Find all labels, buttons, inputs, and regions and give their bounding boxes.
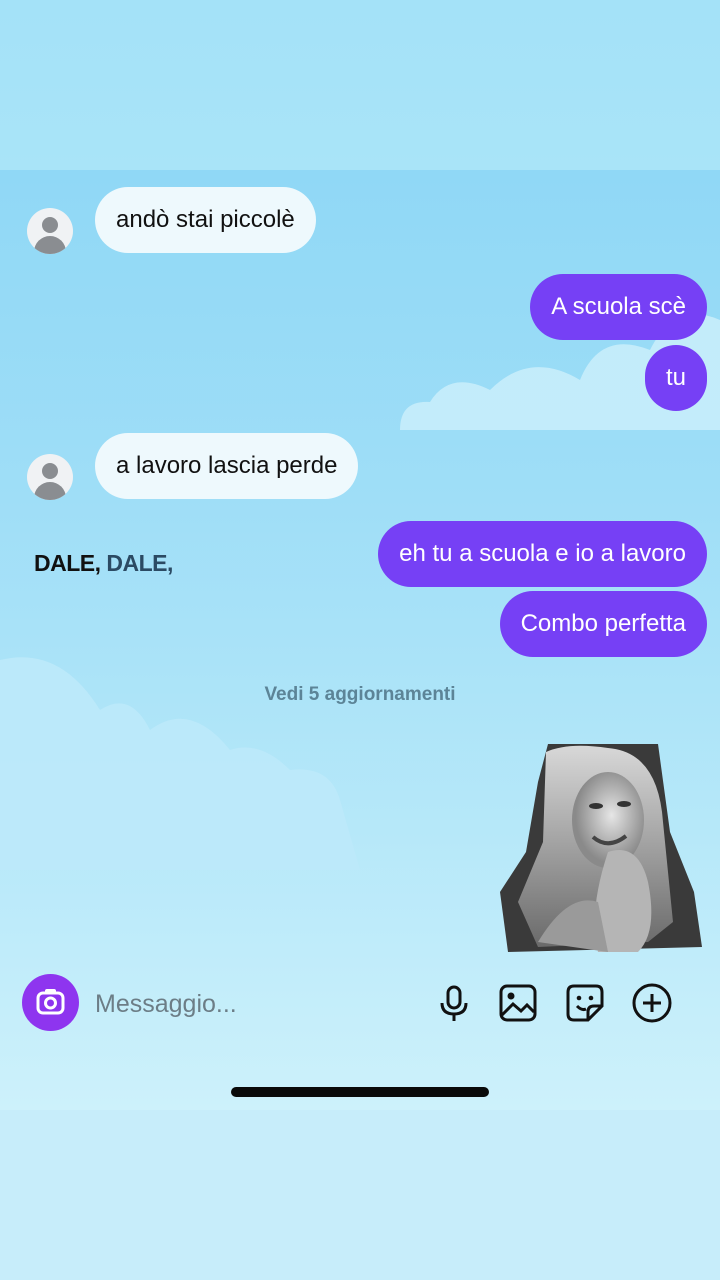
camera-icon <box>36 989 65 1015</box>
microphone-icon[interactable] <box>433 982 475 1024</box>
bottom-area <box>0 1110 720 1280</box>
reaction-text-first: DALE, <box>34 550 101 576</box>
sticker-icon[interactable] <box>564 982 606 1024</box>
gallery-icon[interactable] <box>497 982 539 1024</box>
top-bar <box>0 0 720 170</box>
contact-avatar[interactable] <box>27 454 73 500</box>
message-composer: Messaggio... <box>0 966 720 1040</box>
message-bubble-outgoing[interactable]: A scuola scè <box>530 274 707 340</box>
message-input[interactable]: Messaggio... <box>95 990 237 1019</box>
message-bubble-outgoing[interactable]: tu <box>644 345 707 411</box>
message-bubble-outgoing[interactable]: eh tu a scuola e io a lavoro <box>378 521 707 587</box>
message-bubble-incoming[interactable]: andò stai piccolè <box>95 187 316 253</box>
add-icon[interactable] <box>631 982 673 1024</box>
cloud-decoration <box>0 657 360 870</box>
photo-sticker[interactable] <box>498 742 704 954</box>
see-updates-link[interactable]: Vedi 5 aggiornamenti <box>0 684 720 706</box>
message-bubble-incoming[interactable]: a lavoro lascia perde <box>95 433 359 499</box>
camera-button[interactable] <box>22 974 79 1031</box>
message-bubble-outgoing[interactable]: Combo perfetta <box>499 591 707 657</box>
contact-avatar[interactable] <box>27 208 73 254</box>
home-indicator[interactable] <box>231 1087 489 1097</box>
reaction-text-second: DALE, <box>106 550 173 576</box>
reaction-text: DALE, DALE, <box>34 550 173 577</box>
